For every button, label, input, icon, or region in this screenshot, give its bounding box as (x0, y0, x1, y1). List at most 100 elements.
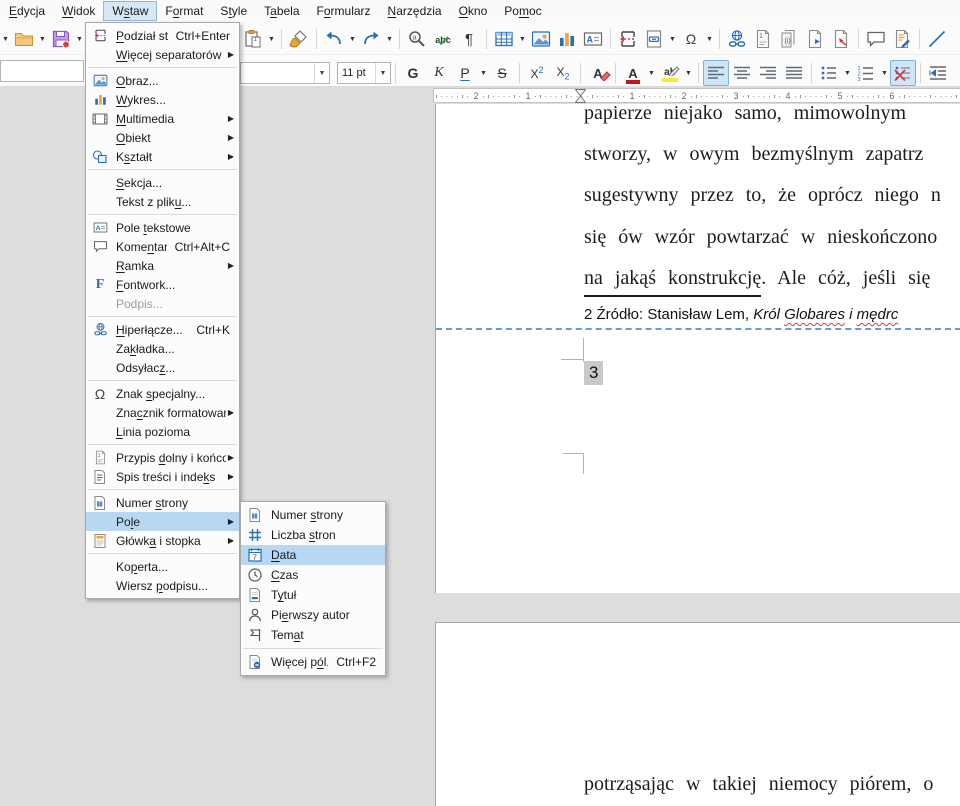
special-character-dropdown[interactable]: ▼ (704, 26, 715, 52)
paste-dropdown[interactable]: ▼ (266, 26, 277, 52)
menuitem-wiersz-podpisu[interactable]: Wiersz podpisu... (86, 576, 239, 595)
highlight-color-dropdown[interactable]: ▼ (683, 60, 694, 86)
formatting-marks-button[interactable]: ¶ (456, 26, 482, 52)
redo-dropdown[interactable]: ▼ (384, 26, 395, 52)
insert-pagebreak-button[interactable] (615, 26, 641, 52)
font-size-dropdown[interactable]: ▼ (375, 63, 390, 83)
submenuitem-temat[interactable]: Temat (241, 625, 385, 645)
insert-line-button[interactable] (924, 26, 950, 52)
bullet-list-dropdown[interactable]: ▼ (842, 60, 853, 86)
save-dropdown[interactable]: ▼ (74, 26, 85, 52)
menuitem-sekcja[interactable]: Sekcja... (86, 173, 239, 192)
menu-tabela[interactable]: Tabela (256, 2, 307, 20)
align-center-button[interactable] (729, 60, 755, 86)
justify-button[interactable] (781, 60, 807, 86)
menu-format[interactable]: Format (157, 2, 211, 20)
track-changes-button[interactable] (889, 26, 915, 52)
insert-table-dropdown[interactable]: ▼ (517, 26, 528, 52)
menu-okno[interactable]: Okno (451, 2, 496, 20)
insert-hyperlink-button[interactable] (724, 26, 750, 52)
submenuitem-pierwszy-autor[interactable]: Pierwszy autor (241, 605, 385, 625)
menuitem-ramka[interactable]: Ramka▶ (86, 256, 239, 275)
numbered-list-button[interactable] (853, 60, 879, 86)
menuitem-glowka-i-stopka[interactable]: Główka i stopka▶ (86, 531, 239, 550)
open-button[interactable] (11, 26, 37, 52)
menuitem-przypis[interactable]: Przypis dolny i końcowy▶ (86, 448, 239, 467)
font-color-dropdown[interactable]: ▼ (646, 60, 657, 86)
insert-crossref-button[interactable] (828, 26, 854, 52)
insert-chart-button[interactable] (554, 26, 580, 52)
new-document-dropdown[interactable]: ▼ (0, 26, 11, 52)
font-name-combobox[interactable]: ▼ (240, 62, 330, 84)
menu-formularz[interactable]: Formularz (309, 2, 379, 20)
align-right-button[interactable] (755, 60, 781, 86)
insert-textbox-button[interactable] (580, 26, 606, 52)
menuitem-pole[interactable]: Pole▶ (86, 512, 239, 531)
submenuitem-tytul[interactable]: Tytuł (241, 585, 385, 605)
underline-dropdown[interactable]: ▼ (478, 60, 489, 86)
bold-button[interactable]: G (400, 60, 426, 86)
menuitem-komentarz[interactable]: KomentarzCtrl+Alt+C (86, 237, 239, 256)
menuitem-zakladka[interactable]: Zakładka... (86, 339, 239, 358)
font-color-button[interactable]: A (620, 60, 646, 86)
insert-field-dropdown[interactable]: ▼ (667, 26, 678, 52)
paragraph-style-combobox[interactable] (0, 60, 84, 82)
align-left-button[interactable] (703, 60, 729, 86)
menuitem-numer-strony[interactable]: Numer strony (86, 493, 239, 512)
menuitem-obiekt[interactable]: Obiekt▶ (86, 128, 239, 147)
insert-footnote-button[interactable] (750, 26, 776, 52)
font-size-combobox[interactable]: 11 pt▼ (337, 62, 391, 84)
undo-dropdown[interactable]: ▼ (347, 26, 358, 52)
menuitem-ksztalt[interactable]: Kształt▶ (86, 147, 239, 166)
menuitem-tekst-z-pliku[interactable]: Tekst z pliku... (86, 192, 239, 211)
bullet-list-button[interactable] (816, 60, 842, 86)
menu-widok[interactable]: Widok (54, 2, 103, 20)
superscript-button[interactable]: X2 (524, 60, 550, 86)
submenuitem-czas[interactable]: Czas (241, 565, 385, 585)
italic-button[interactable]: K (426, 60, 452, 86)
subscript-button[interactable]: X2 (550, 60, 576, 86)
menu-wstaw[interactable]: Wstaw (104, 2, 156, 20)
indent-marker[interactable] (575, 89, 586, 103)
redo-button[interactable] (358, 26, 384, 52)
menuitem-znacznik-formatowania[interactable]: Znacznik formatowania▶ (86, 403, 239, 422)
menu-edycja[interactable]: Edycja (1, 2, 53, 20)
menuitem-podzial-strony[interactable]: Podział stronyCtrl+Enter (86, 26, 239, 45)
menuitem-wykres[interactable]: Wykres... (86, 90, 239, 109)
document-page-2[interactable]: potrząsając w takiej niemocy piórem, o (435, 622, 960, 806)
menuitem-odsylacz[interactable]: Odsyłacz... (86, 358, 239, 377)
menuitem-koperta[interactable]: Koperta... (86, 557, 239, 576)
numbered-list-dropdown[interactable]: ▼ (879, 60, 890, 86)
page-number-field[interactable]: 3 (584, 361, 603, 385)
paste-button[interactable] (240, 26, 266, 52)
horizontal-ruler[interactable]: 2 1 1 2 3 4 5 6 (433, 88, 960, 103)
font-name-dropdown[interactable]: ▼ (314, 63, 329, 83)
submenuitem-numer-strony[interactable]: Numer strony (241, 505, 385, 525)
no-list-button[interactable] (890, 60, 916, 86)
open-dropdown[interactable]: ▼ (37, 26, 48, 52)
submenuitem-wiecej-pol[interactable]: Więcej pól...Ctrl+F2 (241, 652, 385, 672)
menuitem-wiecej-separatorow[interactable]: Więcej separatorów▶ (86, 45, 239, 64)
insert-field-button[interactable] (641, 26, 667, 52)
insert-image-button[interactable] (528, 26, 554, 52)
insert-endnote-button[interactable] (776, 26, 802, 52)
menu-style[interactable]: Style (212, 2, 255, 20)
menuitem-znak-specjalny[interactable]: ΩZnak specjalny... (86, 384, 239, 403)
save-button[interactable] (48, 26, 74, 52)
submenuitem-liczba-stron[interactable]: Liczba stron (241, 525, 385, 545)
special-character-button[interactable]: Ω (678, 26, 704, 52)
insert-table-button[interactable] (491, 26, 517, 52)
increase-indent-button[interactable] (925, 60, 951, 86)
menuitem-hiperlacze[interactable]: Hiperłącze...Ctrl+K (86, 320, 239, 339)
submenuitem-data[interactable]: Data (241, 545, 385, 565)
clone-formatting-button[interactable] (286, 26, 312, 52)
menu-narzedzia[interactable]: Narzędzia (380, 2, 450, 20)
spellcheck-button[interactable]: abc (430, 26, 456, 52)
clear-formatting-button[interactable]: A (585, 60, 611, 86)
menuitem-obraz[interactable]: Obraz... (86, 71, 239, 90)
strikethrough-button[interactable]: S (489, 60, 515, 86)
highlight-color-button[interactable]: ab (657, 60, 683, 86)
menuitem-spis-tresci[interactable]: Spis treści i indeks▶ (86, 467, 239, 486)
undo-button[interactable] (321, 26, 347, 52)
menuitem-linia-pozioma[interactable]: Linia pozioma (86, 422, 239, 441)
